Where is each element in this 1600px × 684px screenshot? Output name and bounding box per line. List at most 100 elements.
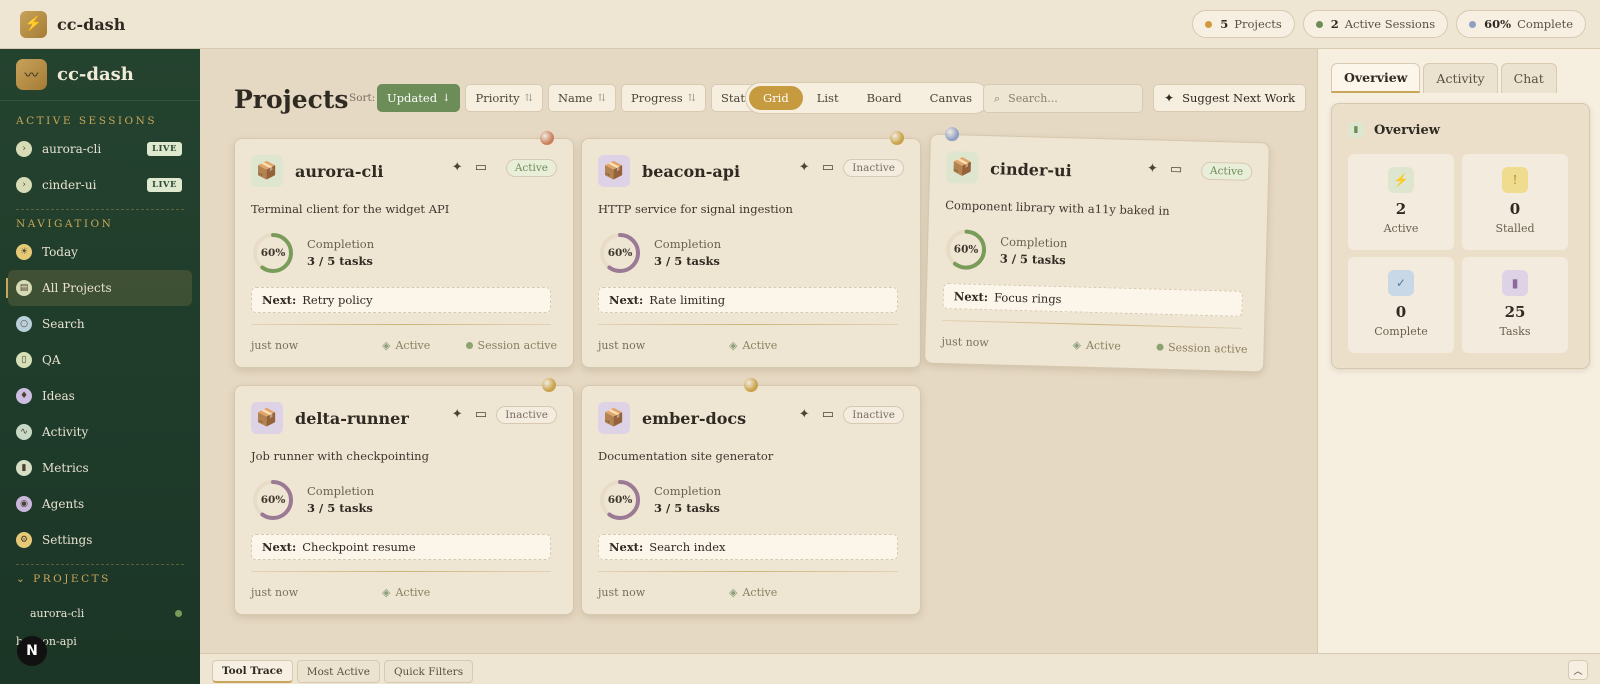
sun-icon: ☀ <box>16 244 32 260</box>
stat-label: Projects <box>1234 17 1282 31</box>
brand[interactable]: ⚡ cc-dash <box>20 10 125 38</box>
suggest-next-work-button[interactable]: ✦ Suggest Next Work <box>1153 84 1307 112</box>
archive-icon[interactable]: ▭ <box>1170 162 1183 177</box>
sidebar-item-ideas[interactable]: ♦ Ideas <box>0 378 200 414</box>
footer-status-text: Active <box>1085 338 1121 353</box>
divider <box>16 564 184 565</box>
sidebar-project-aurora-cli[interactable]: aurora-cli <box>0 599 200 627</box>
divider <box>942 319 1243 329</box>
completion-label: Completion <box>654 484 722 498</box>
tile-complete[interactable]: ✓ 0 Complete <box>1348 257 1454 353</box>
sidebar-project-label: aurora-cli <box>30 606 85 620</box>
next-task[interactable]: Next: Rate limiting <box>598 287 898 313</box>
footer-status: ◈ Active <box>382 586 430 599</box>
updated-time: just now <box>598 339 646 352</box>
next-task[interactable]: Next: Search index <box>598 534 898 560</box>
completion-label: Completion <box>654 237 722 251</box>
sidebar-item-agents[interactable]: ◉ Agents <box>0 486 200 522</box>
project-name[interactable]: cinder-ui <box>990 159 1072 180</box>
sparkle-icon[interactable]: ✦ <box>452 407 463 422</box>
sidebar-item-settings[interactable]: ⚙ Settings <box>0 522 200 558</box>
next-task[interactable]: Next: Checkpoint resume <box>251 534 551 560</box>
session-item-aurora-cli[interactable]: › aurora-cli LIVE <box>0 131 200 167</box>
tab-most-active[interactable]: Most Active <box>296 660 380 683</box>
sidebar-item-all-projects[interactable]: ▤ All Projects <box>6 270 192 306</box>
bolt-icon: ⚡ <box>20 10 47 38</box>
stat-pill-sessions[interactable]: 2 Active Sessions <box>1302 10 1449 38</box>
view-board-button[interactable]: Board <box>853 86 916 110</box>
tab-chat[interactable]: Chat <box>1500 63 1557 93</box>
status-badge: Active <box>1200 161 1253 182</box>
project-card[interactable]: 📦 aurora-cli ✦ ▭ Active Terminal client for t… <box>234 131 574 368</box>
project-name[interactable]: delta-runner <box>295 409 409 428</box>
sort-progress-button[interactable]: Progress ⇅ <box>621 84 707 112</box>
tile-active[interactable]: ⚡ 2 Active <box>1348 154 1454 250</box>
sidebar-item-qa[interactable]: ▯ QA <box>0 342 200 378</box>
next-task[interactable]: Next: Retry policy <box>251 287 551 313</box>
archive-icon[interactable]: ▭ <box>475 160 487 175</box>
sparkle-icon[interactable]: ✦ <box>452 160 463 175</box>
divider <box>251 324 551 325</box>
archive-icon[interactable]: ▭ <box>822 160 834 175</box>
sparkle-icon[interactable]: ✦ <box>799 407 810 422</box>
next-label: Next: <box>609 293 644 307</box>
bar-chart-icon: ▮ <box>1348 122 1364 138</box>
progress-ring: 60% <box>598 231 642 275</box>
tile-tasks[interactable]: ▮ 25 Tasks <box>1462 257 1568 353</box>
progress-percent: 60% <box>260 494 286 506</box>
sort-arrows-icon: ⇅ <box>524 92 533 104</box>
sparkle-icon[interactable]: ✦ <box>799 160 810 175</box>
stat-pill-projects[interactable]: 5 Projects <box>1192 10 1295 38</box>
project-description: Component library with a11y baked in <box>945 198 1170 218</box>
projects-heading[interactable]: ⌄ PROJECTS <box>0 573 200 589</box>
sort-priority-button[interactable]: Priority ⇅ <box>465 84 543 112</box>
sort-name-button[interactable]: Name ⇅ <box>547 84 617 112</box>
sparkle-icon[interactable]: ✦ <box>1147 161 1158 176</box>
next-task[interactable]: Next: Focus rings <box>942 282 1244 317</box>
project-description: Terminal client for the widget API <box>251 202 450 216</box>
tile-stalled[interactable]: ! 0 Stalled <box>1462 154 1568 250</box>
search-icon: ⌕ <box>994 91 1001 105</box>
archive-icon[interactable]: ▭ <box>475 407 487 422</box>
sidebar-item-search[interactable]: ○ Search <box>0 306 200 342</box>
sidebar-brand[interactable]: 〰 cc-dash <box>0 49 200 101</box>
pulse-icon: 〰 <box>16 59 47 90</box>
project-card[interactable]: 📦 beacon-api ✦ ▭ Inactive HTTP service for si… <box>581 131 921 368</box>
project-card[interactable]: 📦 delta-runner ✦ ▭ Inactive Job runner with c… <box>234 378 574 615</box>
card-actions: ✦ ▭ <box>1147 161 1183 177</box>
sidebar-item-label: Activity <box>42 425 89 439</box>
project-card[interactable]: 📦 cinder-ui ✦ ▭ Active Component library with… <box>924 126 1270 373</box>
stat-label: Active Sessions <box>1344 17 1436 31</box>
sparkle-icon: ✦ <box>1164 91 1175 105</box>
sidebar-brand-name: cc-dash <box>57 64 134 85</box>
project-card[interactable]: 📦 ember-docs ✦ ▭ Inactive Documentation site … <box>581 378 921 615</box>
sidebar-item-metrics[interactable]: ▮ Metrics <box>0 450 200 486</box>
archive-icon[interactable]: ▭ <box>822 407 834 422</box>
session-status: Session active <box>465 339 557 352</box>
project-name[interactable]: ember-docs <box>642 409 746 428</box>
bolt-icon: ⚡ <box>1388 167 1414 193</box>
stat-pill-complete[interactable]: 60% Complete <box>1456 10 1586 38</box>
tab-overview[interactable]: Overview <box>1331 63 1421 93</box>
tab-quick-filters[interactable]: Quick Filters <box>383 660 474 683</box>
updated-time: just now <box>598 586 646 599</box>
view-grid-button[interactable]: Grid <box>749 86 803 110</box>
search-input[interactable]: ⌕ Search... <box>983 84 1143 113</box>
search-placeholder: Search... <box>1008 92 1058 105</box>
session-item-cinder-ui[interactable]: › cinder-ui LIVE <box>0 167 200 203</box>
sort-updated-button[interactable]: Updated ↓ <box>377 84 461 112</box>
tab-tool-trace[interactable]: Tool Trace <box>212 660 293 683</box>
view-list-button[interactable]: List <box>803 86 853 110</box>
n-logo-icon[interactable]: N <box>17 636 47 666</box>
view-canvas-button[interactable]: Canvas <box>916 86 986 110</box>
sidebar-item-today[interactable]: ☀ Today <box>0 234 200 270</box>
tab-activity[interactable]: Activity <box>1423 63 1498 93</box>
suggest-label: Suggest Next Work <box>1182 91 1296 105</box>
status-badge: Inactive <box>496 406 557 424</box>
project-name[interactable]: beacon-api <box>642 162 740 181</box>
sidebar-item-activity[interactable]: ∿ Activity <box>0 414 200 450</box>
sort-arrows-icon: ⇅ <box>687 92 697 104</box>
chevron-up-icon[interactable]: ︿ <box>1568 660 1588 680</box>
task-count: 3 / 5 tasks <box>999 251 1066 268</box>
project-name[interactable]: aurora-cli <box>295 162 383 181</box>
